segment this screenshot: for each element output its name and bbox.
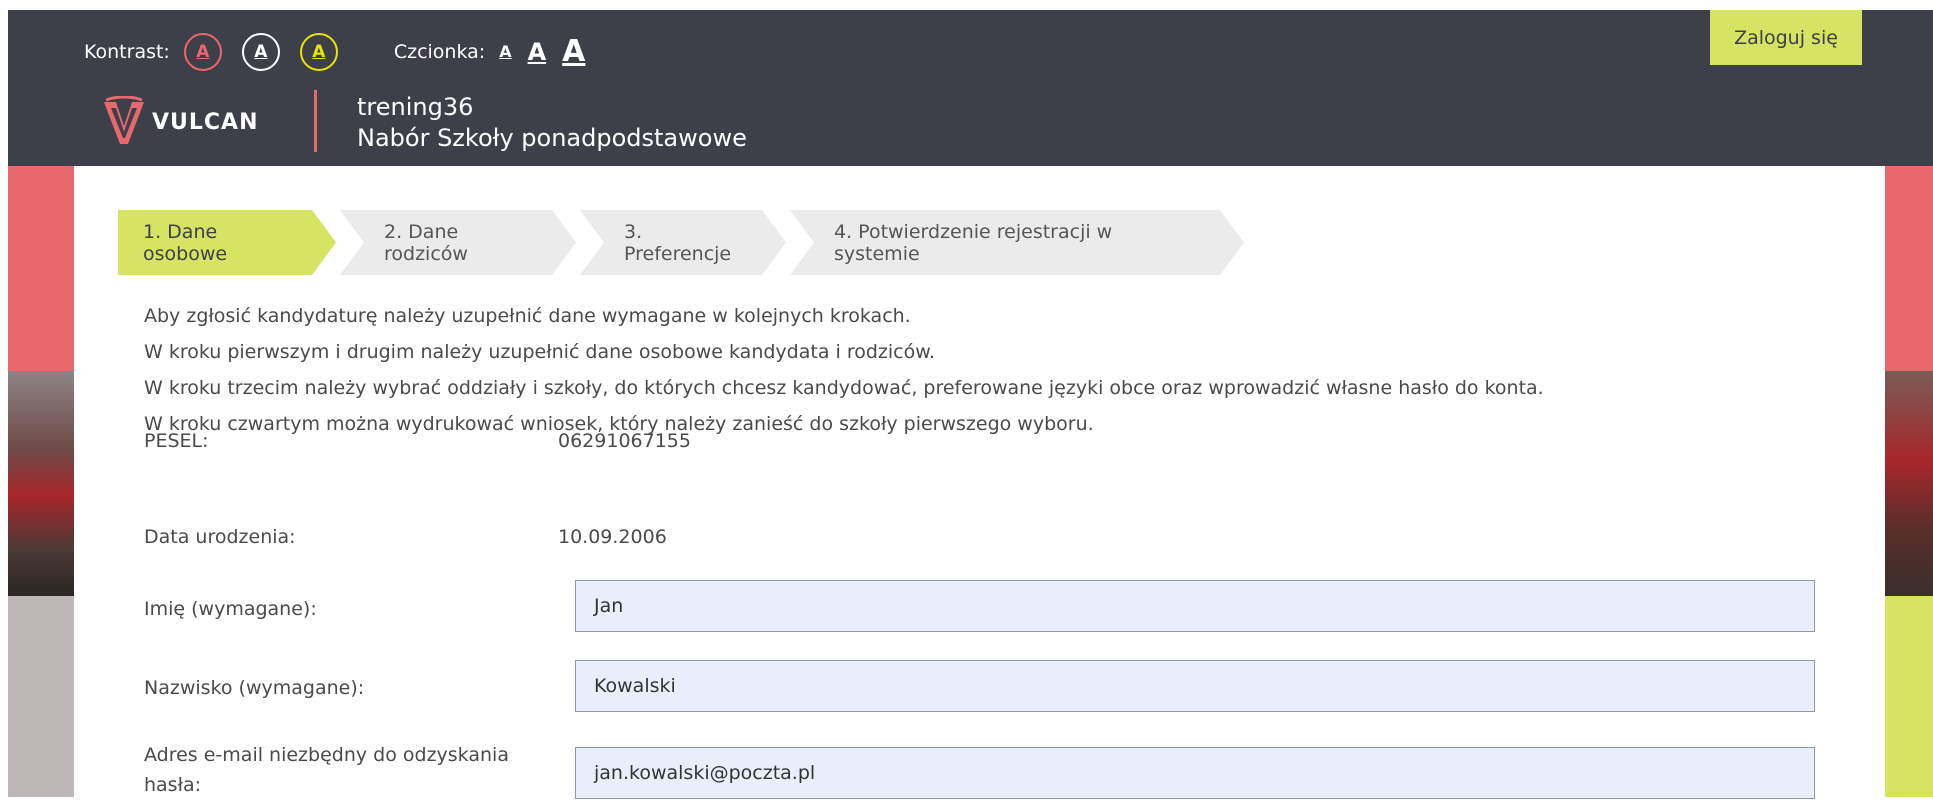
step-preferences[interactable]: 3. Preferencje [580,210,786,275]
vulcan-logo-icon [104,96,144,144]
email-label-line: hasła: [144,774,202,796]
font-large-button[interactable]: A [562,37,585,67]
site-subtitle: Nabór Szkoły ponadpodstawowe [357,124,747,152]
step-parents-data[interactable]: 2. Dane rodziców [340,210,576,275]
side-decoration-right-red [1885,166,1933,371]
email-input[interactable]: jan.kowalski@poczta.pl [575,747,1815,799]
contrast-yellow-button[interactable]: A [299,33,338,71]
font-medium-button[interactable]: A [528,40,547,64]
pesel-value: 06291067155 [558,430,691,452]
accessibility-toolbar: Kontrast: A A A Czcionka: A A A [84,32,601,72]
step-confirmation[interactable]: 4. Potwierdzenie rejestracji w systemie [790,210,1244,275]
login-button[interactable]: Zaloguj się [1710,10,1862,65]
contrast-white-button[interactable]: A [241,33,280,71]
vulcan-logo[interactable]: VULCAN [102,96,259,148]
font-small-button[interactable]: A [499,44,511,60]
site-name: trening36 [357,93,474,121]
intro-line: Aby zgłosić kandydaturę należy uzupełnić… [144,305,911,327]
site-title: trening36 Nabór Szkoły ponadpodstawowe [357,92,747,154]
first-name-input[interactable]: Jan [575,580,1815,632]
contrast-label: Kontrast: [84,41,170,63]
email-label-line: Adres e-mail niezbędny do odzyskania [144,744,509,766]
first-name-label: Imię (wymagane): [144,598,317,620]
last-name-label: Nazwisko (wymagane): [144,677,365,699]
side-decoration-right-photo [1885,371,1933,596]
last-name-input[interactable]: Kowalski [575,660,1815,712]
email-label: Adres e-mail niezbędny do odzyskania has… [144,740,509,800]
logo-text: VULCAN [152,109,259,135]
side-decoration-left-grey [8,596,74,797]
side-decoration-left-photo [8,371,74,596]
side-decoration-right-green [1885,596,1933,797]
step-personal-data[interactable]: 1. Dane osobowe [118,210,336,275]
birth-date-value: 10.09.2006 [558,526,667,548]
pesel-label: PESEL: [144,430,209,452]
intro-line: W kroku pierwszym i drugim należy uzupeł… [144,341,936,363]
intro-text: Aby zgłosić kandydaturę należy uzupełnić… [144,298,1544,442]
intro-line: W kroku czwartym można wydrukować wniose… [144,413,1094,435]
side-decoration-left-red [8,166,74,371]
intro-line: W kroku trzecim należy wybrać oddziały i… [144,377,1544,399]
contrast-default-button[interactable]: A [183,33,222,71]
registration-stepper: 1. Dane osobowe 2. Dane rodziców 3. Pref… [118,210,1248,275]
birth-date-label: Data urodzenia: [144,526,296,548]
header-divider [314,90,317,152]
font-size-label: Czcionka: [393,41,486,63]
